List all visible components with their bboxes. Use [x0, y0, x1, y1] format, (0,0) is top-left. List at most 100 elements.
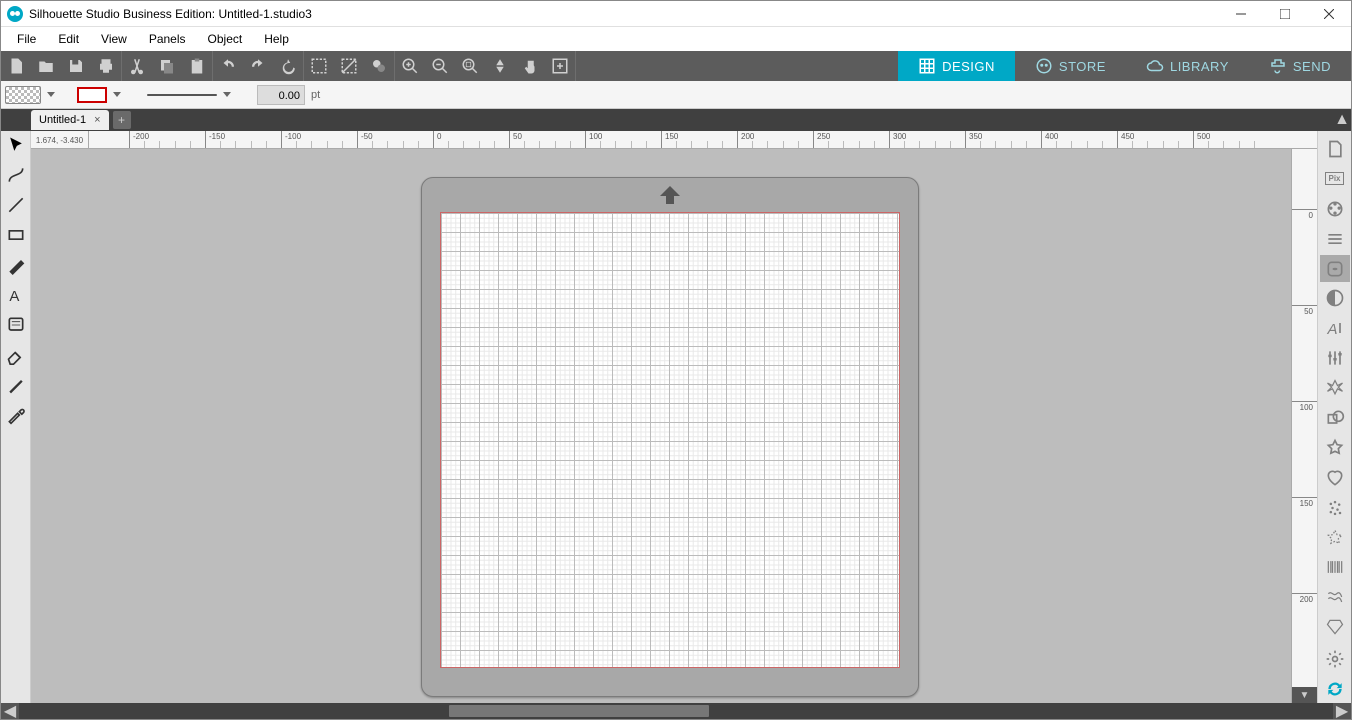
panel-image-effects[interactable] [1320, 284, 1350, 312]
load-direction-icon [658, 186, 682, 209]
scroll-right-button[interactable]: ▶ [1333, 703, 1351, 719]
line-weight-unit: pt [311, 89, 320, 101]
document-tab[interactable]: Untitled-1 × [31, 110, 109, 130]
menu-file[interactable]: File [7, 29, 46, 49]
panel-pixscan[interactable]: Pix [1320, 165, 1350, 193]
zoom-area-button[interactable] [545, 51, 575, 81]
line-weight-input[interactable]: 0.00 [257, 85, 305, 105]
recycle-button[interactable] [273, 51, 303, 81]
panel-offset[interactable] [1320, 374, 1350, 402]
menu-object[interactable]: Object [198, 29, 253, 49]
redo-button[interactable] [243, 51, 273, 81]
close-button[interactable] [1307, 1, 1351, 26]
zoom-out-button[interactable] [425, 51, 455, 81]
fill-swatch[interactable] [5, 86, 41, 104]
mode-tab-store[interactable]: STORE [1015, 51, 1126, 81]
preferences-button[interactable] [1320, 645, 1350, 673]
menubar: File Edit View Panels Object Help [1, 27, 1351, 51]
undo-button[interactable] [213, 51, 243, 81]
panel-fill[interactable] [1320, 195, 1350, 223]
panel-barcode[interactable] [1320, 553, 1350, 581]
save-button[interactable] [61, 51, 91, 81]
scroll-down-button[interactable]: ▼ [1292, 687, 1317, 703]
select-all-button[interactable] [304, 51, 334, 81]
copy-button[interactable] [152, 51, 182, 81]
horizontal-scrollbar[interactable]: ◀ ▶ [1, 703, 1351, 719]
panel-page-setup[interactable] [1320, 135, 1350, 163]
options-bar: 0.00 pt [1, 81, 1351, 109]
line-style-dropdown-icon[interactable] [223, 92, 231, 97]
store-icon [1035, 57, 1053, 75]
stroke-swatch[interactable] [77, 87, 107, 103]
cut-button[interactable] [122, 51, 152, 81]
group-button[interactable] [364, 51, 394, 81]
canvas-region: 1.674, -3.430 -200-150-100-5005010015020… [31, 131, 1317, 703]
paste-button[interactable] [182, 51, 212, 81]
tool-eraser[interactable] [2, 341, 30, 369]
document-tab-label: Untitled-1 [39, 114, 86, 126]
sync-button[interactable] [1320, 675, 1350, 703]
tool-rectangle[interactable] [2, 221, 30, 249]
scroll-left-button[interactable]: ◀ [1, 703, 19, 719]
open-button[interactable] [31, 51, 61, 81]
canvas[interactable] [31, 149, 1291, 703]
panel-stipple[interactable] [1320, 494, 1350, 522]
panel-sketch[interactable] [1320, 583, 1350, 611]
window-title: Silhouette Studio Business Edition: Unti… [29, 7, 312, 21]
menu-edit[interactable]: Edit [48, 29, 89, 49]
horizontal-ruler: 1.674, -3.430 -200-150-100-5005010015020… [31, 131, 1317, 149]
stroke-dropdown-icon[interactable] [113, 92, 121, 97]
panel-rhinestone[interactable] [1320, 613, 1350, 641]
tool-freehand[interactable] [2, 251, 30, 279]
panel-transform[interactable] [1320, 344, 1350, 372]
new-tab-button[interactable]: + [113, 111, 131, 129]
menu-panels[interactable]: Panels [139, 29, 196, 49]
design-page[interactable] [440, 212, 900, 668]
menu-view[interactable]: View [91, 29, 137, 49]
tool-curve[interactable] [2, 161, 30, 189]
mode-tab-label: SEND [1293, 59, 1331, 74]
tool-eyedropper[interactable] [2, 401, 30, 429]
document-tab-strip: Untitled-1 × + ▲ [1, 109, 1351, 131]
panel-replicate[interactable] [1320, 434, 1350, 462]
fit-button[interactable] [485, 51, 515, 81]
panel-emboss[interactable] [1320, 524, 1350, 552]
zoom-selection-button[interactable] [455, 51, 485, 81]
tool-select[interactable] [2, 131, 30, 159]
mode-tab-design[interactable]: DESIGN [898, 51, 1015, 81]
app-logo-icon [7, 6, 23, 22]
line-style-preview[interactable] [147, 94, 217, 96]
panel-text[interactable]: A [1320, 314, 1350, 342]
panel-line[interactable] [1320, 225, 1350, 253]
minimize-button[interactable] [1219, 1, 1263, 26]
menu-help[interactable]: Help [254, 29, 299, 49]
svg-text:A: A [1326, 321, 1337, 338]
tool-line[interactable] [2, 191, 30, 219]
scroll-up-button[interactable]: ▲ [1333, 111, 1351, 129]
scroll-track[interactable] [19, 705, 1333, 717]
close-tab-icon[interactable]: × [94, 114, 100, 126]
panel-nesting[interactable] [1320, 464, 1350, 492]
maximize-button[interactable] [1263, 1, 1307, 26]
pan-button[interactable] [515, 51, 545, 81]
cloud-icon [1146, 57, 1164, 75]
tool-note[interactable] [2, 311, 30, 339]
main-toolbar: DESIGN STORE LIBRARY SEND [1, 51, 1351, 81]
panel-modify[interactable] [1320, 404, 1350, 432]
mode-tab-label: STORE [1059, 59, 1106, 74]
send-icon [1269, 57, 1287, 75]
mode-tab-library[interactable]: LIBRARY [1126, 51, 1249, 81]
zoom-in-button[interactable] [395, 51, 425, 81]
mode-tab-label: DESIGN [942, 59, 995, 74]
deselect-button[interactable] [334, 51, 364, 81]
tool-text[interactable]: A [2, 281, 30, 309]
mode-tab-send[interactable]: SEND [1249, 51, 1351, 81]
cutting-mat [421, 177, 919, 697]
cursor-coords: 1.674, -3.430 [31, 131, 89, 149]
tool-knife[interactable] [2, 371, 30, 399]
print-button[interactable] [91, 51, 121, 81]
new-file-button[interactable] [1, 51, 31, 81]
panel-trace[interactable] [1320, 255, 1350, 283]
fill-dropdown-icon[interactable] [47, 92, 55, 97]
scroll-thumb[interactable] [449, 705, 709, 717]
